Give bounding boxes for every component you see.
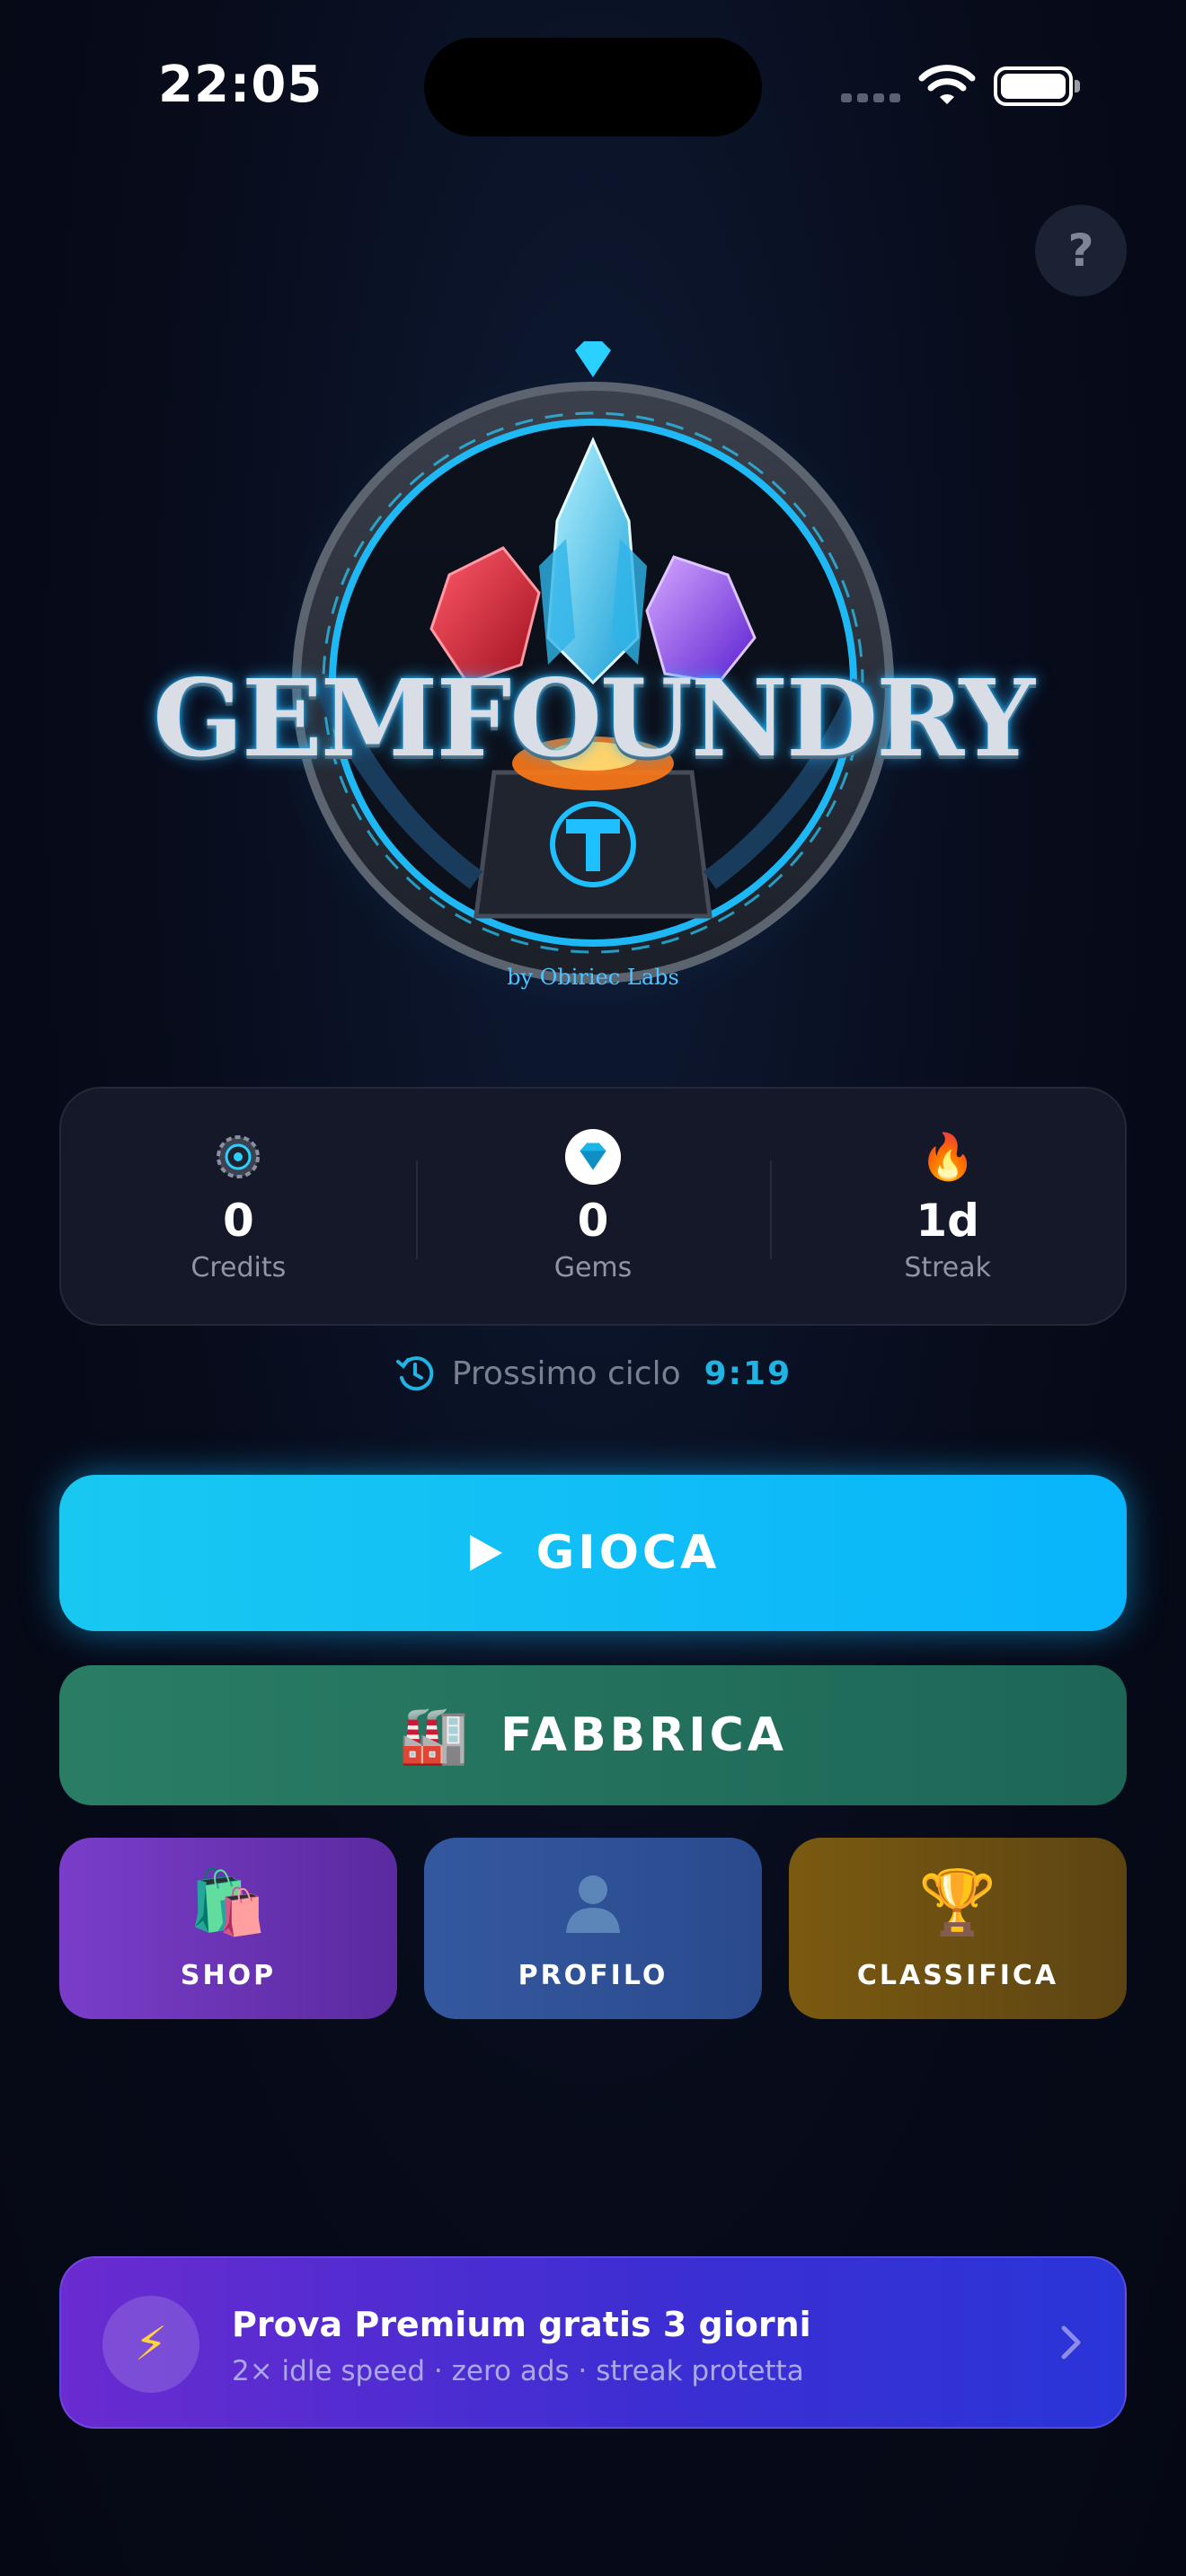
factory-button[interactable]: 🏭 FABBRICA [59,1665,1127,1805]
next-cycle: Prossimo ciclo 9:19 [0,1353,1186,1394]
play-button[interactable]: GIOCA [59,1475,1127,1631]
lightning-icon: ⚡ [102,2296,199,2393]
credits-value: 0 [222,1195,254,1247]
ranking-label: CLASSIFICA [856,1959,1059,1991]
stat-credits: 0 Credits [61,1089,416,1324]
gems-label: Gems [553,1252,633,1284]
wifi-icon [918,65,976,104]
shop-label: SHOP [180,1959,277,1991]
shop-button[interactable]: 🛍️ SHOP [59,1838,397,2019]
stats-panel: 0 Credits 0 Gems 🔥 1d Streak [59,1087,1127,1326]
streak-value: 1d [916,1195,979,1247]
premium-title: Prova Premium gratis 3 giorni [232,2305,811,2344]
trophy-icon: 🏆 [918,1865,997,1939]
logo-title: GEMFOUNDRY [153,656,1035,781]
factory-icon: 🏭 [398,1702,469,1768]
dynamic-island [424,38,762,137]
cycle-time: 9:19 [704,1354,792,1392]
credits-label: Credits [190,1252,287,1284]
cellular-signal-icon [841,93,900,102]
stat-gems: 0 Gems [415,1089,771,1324]
status-time: 22:05 [158,56,323,114]
stat-streak: 🔥 1d Streak [770,1089,1125,1324]
battery-icon [994,66,1080,106]
profile-button[interactable]: PROFILO [424,1838,762,2019]
shopping-bags-icon: 🛍️ [189,1865,268,1939]
fire-icon: 🔥 [919,1130,976,1183]
streak-label: Streak [904,1252,992,1284]
profile-label: PROFILO [518,1959,668,1991]
play-icon [469,1535,502,1571]
logo-caption: by Obiriec Labs [507,965,679,990]
play-label: GIOCA [535,1526,721,1580]
user-silhouette-icon [559,1866,627,1938]
chevron-right-icon [1061,2325,1081,2360]
gems-value: 0 [577,1195,609,1247]
gear-credits-icon [209,1128,267,1186]
premium-subtitle: 2× idle speed · zero ads · streak protet… [232,2355,804,2387]
help-button[interactable]: ? [1035,205,1127,296]
cycle-label: Prossimo ciclo [451,1354,681,1392]
cycle-clock-icon [395,1356,434,1391]
factory-label: FABBRICA [500,1708,788,1762]
premium-trial-banner[interactable]: ⚡ Prova Premium gratis 3 giorni 2× idle … [59,2256,1127,2429]
gem-icon [564,1128,622,1186]
ranking-button[interactable]: 🏆 CLASSIFICA [789,1838,1127,2019]
